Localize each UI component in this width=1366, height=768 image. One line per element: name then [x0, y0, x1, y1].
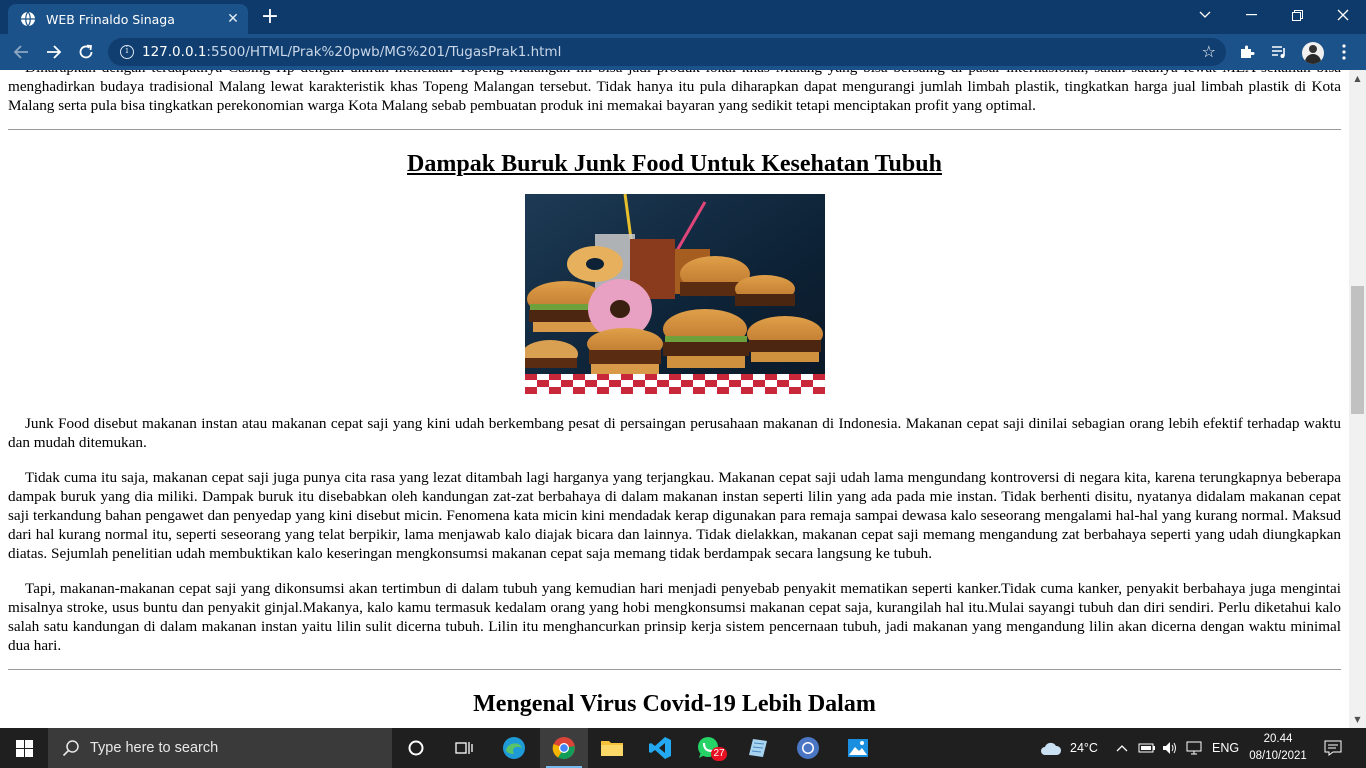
covid-heading: Mengenal Virus Covid-19 Lebih Dalam: [473, 691, 876, 717]
weather-temperature: 24°C: [1070, 741, 1098, 755]
junk-food-paragraph-3: Tapi, makanan-makanan cepat saji yang di…: [8, 580, 1341, 654]
language-label: ENG: [1212, 741, 1240, 755]
cloud-icon: [1041, 742, 1062, 755]
taskbar-clock[interactable]: 20.44 08/10/2021: [1248, 731, 1308, 765]
section-divider: [8, 129, 1341, 130]
windows-taskbar: Type here to search 27 24°C ENG 20.44 08…: [0, 728, 1366, 768]
whatsapp-notification-badge: 27: [711, 747, 727, 761]
tray-chevron-up-icon[interactable]: [1116, 728, 1128, 768]
minimize-icon[interactable]: [1228, 0, 1274, 30]
new-tab-button[interactable]: +: [258, 6, 282, 30]
clock-date: 08/10/2021: [1249, 750, 1307, 762]
url-path: :5500/HTML/Prak%20pwb/MG%201/TugasPrak1.…: [206, 44, 562, 60]
volume-icon[interactable]: [1162, 728, 1178, 768]
bookmark-star-icon[interactable]: ☆: [1202, 42, 1216, 61]
back-arrow-icon[interactable]: [9, 40, 33, 64]
notifications-icon[interactable]: [1324, 728, 1342, 768]
url-host: 127.0.0.1: [142, 44, 207, 60]
close-tab-icon[interactable]: ✕: [222, 8, 244, 30]
edge-icon[interactable]: [490, 728, 538, 768]
media-queue-icon[interactable]: [1269, 42, 1289, 62]
notepad-app-icon[interactable]: [734, 728, 782, 768]
scrollbar-thumb[interactable]: [1351, 286, 1364, 414]
vscode-icon[interactable]: [636, 728, 684, 768]
profile-avatar[interactable]: [1302, 42, 1324, 64]
battery-icon[interactable]: [1138, 728, 1156, 768]
junk-food-paragraph-2: Tidak cuma itu saja, makanan cepat saji …: [8, 469, 1341, 562]
intro-paragraph: Diharapkan dengan terdapatnya Casing Hp …: [8, 70, 1341, 114]
tab-title: WEB Frinaldo Sinaga: [46, 11, 175, 27]
chrome-profile-icon[interactable]: [784, 728, 832, 768]
menu-kebab-icon[interactable]: [1334, 42, 1354, 62]
windows-start-icon[interactable]: [0, 728, 48, 768]
close-window-icon[interactable]: [1320, 0, 1366, 30]
language-indicator[interactable]: ENG: [1212, 728, 1239, 768]
browser-toolbar: i 127.0.0.1:5500/HTML/Prak%20pwb/MG%201/…: [0, 34, 1366, 70]
section-divider: [8, 669, 1341, 670]
task-view-icon[interactable]: [440, 728, 488, 768]
tab-search-chevron-icon[interactable]: [1182, 0, 1228, 30]
junk-food-heading: Dampak Buruk Junk Food Untuk Kesehatan T…: [407, 151, 942, 177]
page-viewport: Diharapkan dengan terdapatnya Casing Hp …: [0, 70, 1349, 728]
cortana-circle-icon[interactable]: [392, 728, 440, 768]
network-icon[interactable]: [1186, 728, 1202, 768]
extensions-puzzle-icon[interactable]: [1237, 42, 1257, 62]
globe-icon: [21, 11, 35, 27]
chrome-icon[interactable]: [540, 728, 588, 768]
restore-icon[interactable]: [1274, 0, 1320, 30]
search-placeholder: Type here to search: [90, 740, 219, 756]
page-scrollbar[interactable]: ▲ ▼: [1349, 70, 1366, 728]
clock-time: 20.44: [1263, 733, 1293, 745]
browser-tab-strip: WEB Frinaldo Sinaga ✕ +: [0, 0, 1366, 34]
address-bar[interactable]: i 127.0.0.1:5500/HTML/Prak%20pwb/MG%201/…: [108, 38, 1226, 66]
site-info-icon[interactable]: i: [120, 45, 134, 59]
weather-widget[interactable]: 24°C: [1040, 728, 1098, 768]
scroll-up-arrow-icon[interactable]: ▲: [1349, 70, 1366, 87]
scroll-down-arrow-icon[interactable]: ▼: [1349, 711, 1366, 728]
reload-icon[interactable]: [74, 40, 98, 64]
whatsapp-icon[interactable]: 27: [684, 728, 732, 768]
browser-tab[interactable]: WEB Frinaldo Sinaga ✕: [8, 4, 248, 34]
search-icon: [62, 740, 79, 757]
junk-food-paragraph-1: Junk Food disebut makanan instan atau ma…: [8, 415, 1341, 451]
junk-food-image: [524, 194, 825, 394]
file-explorer-icon[interactable]: [588, 728, 636, 768]
taskbar-search-input[interactable]: Type here to search: [48, 728, 392, 768]
forward-arrow-icon[interactable]: [42, 40, 66, 64]
photos-icon[interactable]: [834, 728, 882, 768]
page-content: Diharapkan dengan terdapatnya Casing Hp …: [8, 70, 1341, 728]
